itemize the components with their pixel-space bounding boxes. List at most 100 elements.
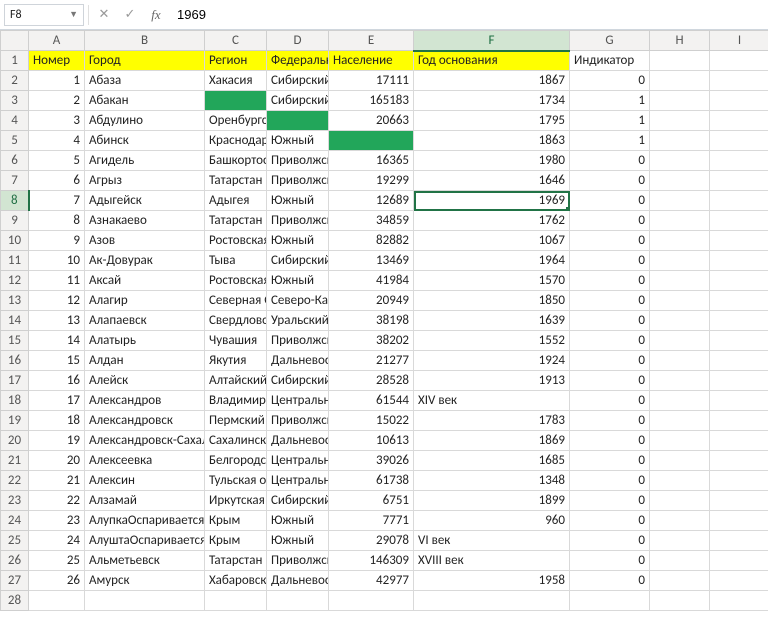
cell[interactable]: 4 — [29, 131, 85, 151]
cell[interactable]: Белгородская область — [205, 451, 267, 471]
cell[interactable]: Краснодарский край — [205, 131, 267, 151]
cell[interactable]: Регион — [205, 51, 267, 71]
cell[interactable]: 0 — [570, 251, 650, 271]
cell[interactable] — [710, 231, 768, 251]
cell[interactable]: 61544 — [329, 391, 414, 411]
cell[interactable]: 0 — [570, 171, 650, 191]
cell[interactable]: Северо-Кавказский — [267, 291, 329, 311]
cell[interactable]: 1867 — [414, 71, 570, 91]
cell[interactable] — [710, 351, 768, 371]
cell[interactable]: 12 — [29, 291, 85, 311]
cell[interactable] — [710, 291, 768, 311]
cell[interactable] — [710, 51, 768, 71]
row-header[interactable]: 9 — [1, 211, 29, 231]
cell[interactable]: 1734 — [414, 91, 570, 111]
confirm-icon[interactable]: ✓ — [119, 4, 141, 26]
cell[interactable]: 146309 — [329, 551, 414, 571]
cell[interactable]: 16 — [29, 371, 85, 391]
cell[interactable]: 1964 — [414, 251, 570, 271]
cell[interactable]: Южный — [267, 511, 329, 531]
cell[interactable]: 7771 — [329, 511, 414, 531]
row-header[interactable]: 26 — [1, 551, 29, 571]
cell[interactable] — [650, 371, 710, 391]
cell[interactable]: Центральный — [267, 451, 329, 471]
chevron-down-icon[interactable]: ▼ — [69, 9, 78, 20]
row-header[interactable]: 15 — [1, 331, 29, 351]
cell[interactable]: Абинск — [85, 131, 205, 151]
cell[interactable]: 1348 — [414, 471, 570, 491]
cell[interactable]: 8 — [29, 211, 85, 231]
cell[interactable]: 0 — [570, 151, 650, 171]
cell[interactable]: 24 — [29, 531, 85, 551]
cell[interactable] — [650, 211, 710, 231]
cell[interactable] — [710, 411, 768, 431]
cell[interactable]: 13469 — [329, 251, 414, 271]
row-header[interactable]: 11 — [1, 251, 29, 271]
cell[interactable]: 42977 — [329, 571, 414, 591]
cell[interactable]: 22 — [29, 491, 85, 511]
row-header[interactable]: 17 — [1, 371, 29, 391]
cell[interactable]: 20663 — [329, 111, 414, 131]
cell[interactable]: 0 — [570, 551, 650, 571]
cell[interactable] — [710, 511, 768, 531]
cell[interactable]: 0 — [570, 511, 650, 531]
row-header[interactable]: 13 — [1, 291, 29, 311]
cell[interactable]: XIV век — [414, 391, 570, 411]
cell[interactable]: Иркутская область — [205, 491, 267, 511]
cell[interactable]: 17111 — [329, 71, 414, 91]
cell[interactable] — [710, 431, 768, 451]
cell[interactable]: 17 — [29, 391, 85, 411]
cell[interactable]: Приволжский — [267, 331, 329, 351]
cell[interactable]: 28528 — [329, 371, 414, 391]
cell[interactable] — [650, 531, 710, 551]
cell[interactable] — [650, 571, 710, 591]
row-header[interactable]: 23 — [1, 491, 29, 511]
row-header[interactable]: 25 — [1, 531, 29, 551]
cell[interactable]: Южный — [267, 231, 329, 251]
cell[interactable]: 960 — [414, 511, 570, 531]
spreadsheet-grid[interactable]: ABCDEFGHI 1НомерГородРегионФедеральный о… — [0, 30, 768, 611]
cell[interactable]: 1 — [570, 91, 650, 111]
col-header-E[interactable]: E — [329, 31, 414, 51]
cell[interactable]: 1552 — [414, 331, 570, 351]
cell[interactable]: 0 — [570, 371, 650, 391]
formula-input[interactable] — [171, 4, 764, 26]
cell[interactable]: 1958 — [414, 571, 570, 591]
cell[interactable]: Александровск — [85, 411, 205, 431]
cell[interactable]: Владимирская область — [205, 391, 267, 411]
cell[interactable]: 0 — [570, 271, 650, 291]
cell[interactable]: Дальневосточный — [267, 571, 329, 591]
cell[interactable]: Сибирский — [267, 491, 329, 511]
row-header[interactable]: 16 — [1, 351, 29, 371]
cell[interactable]: Индикатор — [570, 51, 650, 71]
cell[interactable] — [570, 591, 650, 611]
cell[interactable]: Чувашия — [205, 331, 267, 351]
cell[interactable]: Крым — [205, 531, 267, 551]
cell[interactable]: 6 — [29, 171, 85, 191]
cell[interactable]: 21277 — [329, 351, 414, 371]
cell[interactable]: 0 — [570, 471, 650, 491]
cell[interactable]: 0 — [570, 491, 650, 511]
cell[interactable]: Северная Осетия — [205, 291, 267, 311]
cell[interactable]: 1850 — [414, 291, 570, 311]
cell[interactable]: 1 — [570, 111, 650, 131]
cell[interactable]: VI век — [414, 531, 570, 551]
cell[interactable]: 2 — [29, 91, 85, 111]
cell[interactable]: 61738 — [329, 471, 414, 491]
cancel-icon[interactable]: ✕ — [93, 4, 115, 26]
cell[interactable]: 11 — [29, 271, 85, 291]
cell[interactable]: 14 — [29, 331, 85, 351]
cell[interactable]: 0 — [570, 451, 650, 471]
cell[interactable]: 1869 — [414, 431, 570, 451]
col-header-H[interactable]: H — [650, 31, 710, 51]
cell[interactable] — [710, 191, 768, 211]
cell[interactable]: 12689 — [329, 191, 414, 211]
cell[interactable]: Алдан — [85, 351, 205, 371]
cell[interactable]: Центральный — [267, 391, 329, 411]
cell[interactable]: Абаза — [85, 71, 205, 91]
cell[interactable]: 5 — [29, 151, 85, 171]
row-header[interactable]: 10 — [1, 231, 29, 251]
cell[interactable] — [710, 211, 768, 231]
cell[interactable] — [650, 391, 710, 411]
cell[interactable]: 1762 — [414, 211, 570, 231]
